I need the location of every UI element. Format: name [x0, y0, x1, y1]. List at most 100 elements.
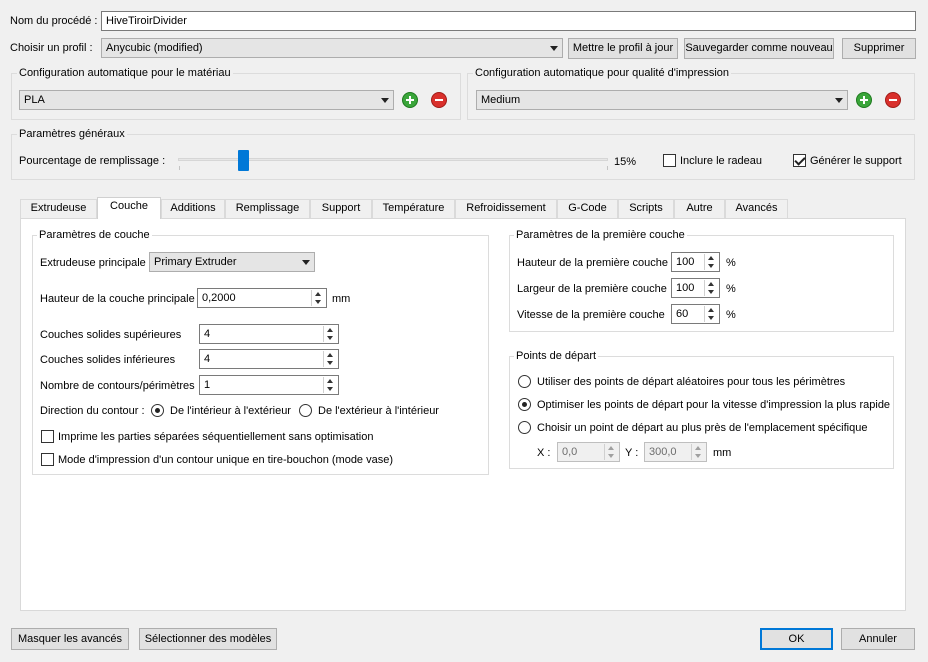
tab-couche[interactable]: Couche [97, 197, 161, 219]
vase-mode-label: Mode d'impression d'un contour unique en… [58, 454, 394, 466]
select-models-button[interactable]: Sélectionner des modèles [139, 628, 277, 650]
perimeters-spinbox[interactable]: 1 [199, 375, 339, 395]
add-material-icon[interactable] [402, 92, 418, 108]
tab-g-code[interactable]: G-Code [557, 199, 618, 218]
spin-arrows[interactable] [323, 377, 337, 393]
start-nearest-label: Choisir un point de départ au plus près … [537, 422, 868, 434]
spin-arrows[interactable] [323, 326, 337, 342]
perimeters-label: Nombre de contours/périmètres [40, 380, 195, 392]
start-nearest-radio[interactable] [518, 421, 531, 434]
tab-additions[interactable]: Additions [161, 199, 225, 218]
spin-arrows[interactable] [691, 444, 705, 460]
spin-down-icon[interactable] [608, 454, 614, 458]
bottom-layers-spinbox[interactable]: 4 [199, 349, 339, 369]
first-layer-height-spinbox[interactable]: 100 [671, 252, 720, 272]
cancel-button[interactable]: Annuler [841, 628, 915, 650]
delete-profile-button[interactable]: Supprimer [842, 38, 916, 59]
spin-down-icon[interactable] [708, 264, 714, 268]
tab-remplissage[interactable]: Remplissage [225, 199, 310, 218]
first-layer-group-title: Paramètres de la première couche [514, 228, 687, 242]
procedure-name-input[interactable]: HiveTiroirDivider [101, 11, 916, 31]
update-profile-button[interactable]: Mettre le profil à jour [568, 38, 678, 59]
spin-arrows[interactable] [323, 351, 337, 367]
raft-checkbox[interactable] [663, 154, 676, 167]
spin-down-icon[interactable] [327, 361, 333, 365]
start-points-group-title: Points de départ [514, 349, 599, 363]
profile-select-value: Anycubic (modified) [106, 42, 203, 54]
remove-quality-icon[interactable] [885, 92, 901, 108]
tab-autre[interactable]: Autre [674, 199, 725, 218]
top-layers-label: Couches solides supérieures [40, 329, 182, 341]
chevron-down-icon [835, 98, 843, 103]
infill-value: 15% [614, 156, 637, 168]
chevron-down-icon [302, 260, 310, 265]
support-checkbox[interactable] [793, 154, 806, 167]
tab-avanc-s[interactable]: Avancés [725, 199, 788, 218]
first-layer-width-label: Largeur de la première couche [517, 283, 667, 295]
hide-advanced-button[interactable]: Masquer les avancés [11, 628, 129, 650]
sequential-checkbox[interactable] [41, 430, 54, 443]
material-select-value: PLA [24, 94, 45, 106]
spin-up-icon[interactable] [708, 282, 714, 286]
quality-group-title: Configuration automatique pour qualité d… [473, 66, 732, 80]
spin-down-icon[interactable] [695, 454, 701, 458]
spin-down-icon[interactable] [315, 300, 321, 304]
start-optimize-radio[interactable] [518, 398, 531, 411]
spin-up-icon[interactable] [327, 353, 333, 357]
chevron-down-icon [381, 98, 389, 103]
sequential-label: Imprime les parties séparées séquentiell… [58, 431, 374, 443]
spin-arrows[interactable] [704, 306, 718, 322]
remove-material-icon[interactable] [431, 92, 447, 108]
start-x-spinbox[interactable]: 0,0 [557, 442, 620, 462]
direction-outside-in-radio[interactable] [299, 404, 312, 417]
tab-scripts[interactable]: Scripts [618, 199, 674, 218]
tab-support[interactable]: Support [310, 199, 372, 218]
start-random-label: Utiliser des points de départ aléatoires… [537, 376, 846, 388]
first-layer-height-unit: % [726, 257, 736, 269]
spin-arrows[interactable] [604, 444, 618, 460]
first-layer-speed-label: Vitesse de la première couche [517, 309, 665, 321]
layer-height-spinbox[interactable]: 0,2000 [197, 288, 327, 308]
first-layer-speed-spinbox[interactable]: 60 [671, 304, 720, 324]
spin-up-icon[interactable] [327, 379, 333, 383]
chevron-down-icon [550, 46, 558, 51]
spin-down-icon[interactable] [327, 336, 333, 340]
quality-select[interactable]: Medium [476, 90, 848, 110]
raft-label: Inclure le radeau [680, 155, 762, 167]
top-layers-spinbox[interactable]: 4 [199, 324, 339, 344]
spin-up-icon[interactable] [708, 256, 714, 260]
spin-up-icon[interactable] [315, 292, 321, 296]
ok-button[interactable]: OK [760, 628, 833, 650]
add-quality-icon[interactable] [856, 92, 872, 108]
spin-arrows[interactable] [704, 280, 718, 296]
spin-up-icon[interactable] [695, 446, 701, 450]
start-y-label: Y : [625, 447, 639, 459]
spin-arrows[interactable] [311, 290, 325, 306]
first-layer-height-label: Hauteur de la première couche [517, 257, 669, 269]
first-layer-width-spinbox[interactable]: 100 [671, 278, 720, 298]
start-random-radio[interactable] [518, 375, 531, 388]
spin-down-icon[interactable] [708, 290, 714, 294]
profile-select[interactable]: Anycubic (modified) [101, 38, 563, 58]
save-as-new-button[interactable]: Sauvegarder comme nouveau [684, 38, 834, 59]
spin-up-icon[interactable] [708, 308, 714, 312]
first-layer-speed-value: 60 [676, 308, 689, 320]
spin-down-icon[interactable] [327, 387, 333, 391]
tab-refroidissement[interactable]: Refroidissement [455, 199, 557, 218]
spin-down-icon[interactable] [708, 316, 714, 320]
spin-arrows[interactable] [704, 254, 718, 270]
quality-select-value: Medium [481, 94, 521, 106]
tab-temp-rature[interactable]: Température [372, 199, 455, 218]
spin-up-icon[interactable] [608, 446, 614, 450]
material-select[interactable]: PLA [19, 90, 394, 110]
direction-outside-in-label: De l'extérieur à l'intérieur [318, 405, 439, 417]
spin-up-icon[interactable] [327, 328, 333, 332]
infill-slider-thumb[interactable] [238, 150, 249, 171]
direction-inside-out-radio[interactable] [151, 404, 164, 417]
vase-mode-checkbox[interactable] [41, 453, 54, 466]
start-y-spinbox[interactable]: 300,0 [644, 442, 707, 462]
bottom-layers-label: Couches solides inférieures [40, 354, 176, 366]
profile-label: Choisir un profil : [10, 42, 93, 54]
tab-extrudeuse[interactable]: Extrudeuse [20, 199, 97, 218]
extruder-select[interactable]: Primary Extruder [149, 252, 315, 272]
